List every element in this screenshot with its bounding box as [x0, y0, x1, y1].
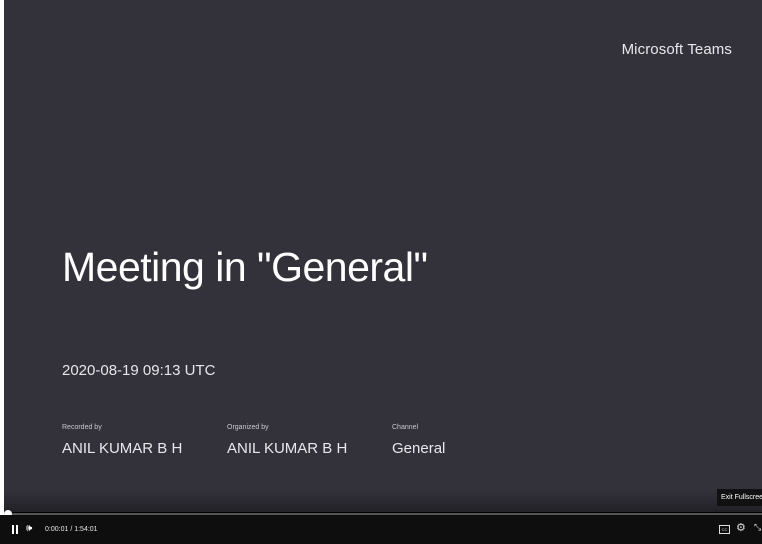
volume-icon[interactable]: 🕪︎ [26, 523, 32, 535]
player-controls: 🕪︎ 0:00:01 / 1:54:01 CC ⚙ ⤡ [0, 515, 762, 544]
closed-captions-icon[interactable]: CC [719, 525, 730, 534]
time-separator: / [70, 526, 73, 533]
meeting-title: Meeting in "General" [62, 244, 428, 290]
organized-by-value: ANIL KUMAR B H [227, 440, 348, 457]
brand-label: Microsoft Teams [621, 41, 732, 58]
channel-block: Channel General [392, 424, 445, 457]
recorded-by-label: Recorded by [62, 424, 102, 431]
channel-value: General [392, 440, 446, 457]
organized-by-block: Organized by ANIL KUMAR B H [227, 424, 347, 457]
recorded-by-value: ANIL KUMAR B H [62, 440, 183, 457]
gear-icon[interactable]: ⚙ [736, 521, 746, 534]
recorded-by-block: Recorded by ANIL KUMAR B H [62, 424, 182, 457]
time-display: 0:00:01 / 1:54:01 [45, 525, 98, 534]
controls-gradient [4, 490, 762, 512]
meeting-datetime: 2020-08-19 09:13 UTC [62, 362, 216, 379]
video-frame[interactable]: Microsoft Teams Meeting in "General" 202… [4, 0, 762, 512]
current-time: 0:00:01 [45, 526, 69, 533]
duration: 1:54:01 [74, 526, 98, 533]
pause-icon[interactable] [12, 525, 19, 534]
organized-by-label: Organized by [227, 424, 269, 431]
exit-fullscreen-icon[interactable]: ⤡ [754, 522, 761, 533]
exit-fullscreen-tooltip: Exit Fullscreen [717, 489, 762, 506]
channel-label: Channel [392, 424, 419, 431]
